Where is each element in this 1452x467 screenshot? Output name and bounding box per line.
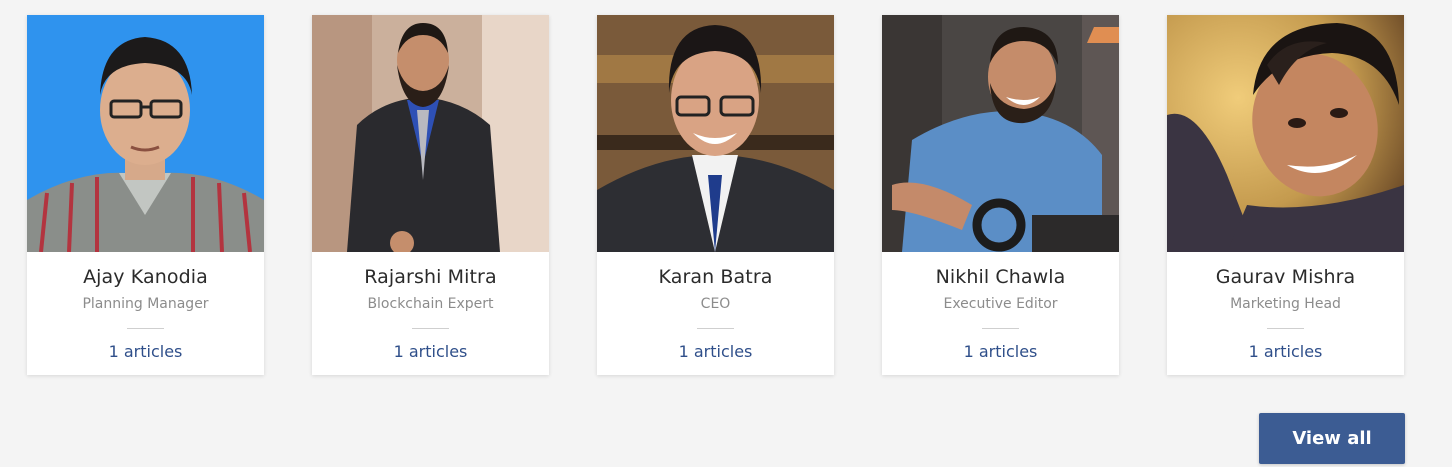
author-role: Executive Editor xyxy=(943,296,1058,312)
author-card[interactable]: Nikhil Chawla Executive Editor 1 article… xyxy=(882,15,1119,375)
author-name[interactable]: Nikhil Chawla xyxy=(882,266,1119,288)
divider xyxy=(982,328,1019,329)
author-photo[interactable] xyxy=(1167,15,1404,252)
author-role: Planning Manager xyxy=(82,296,209,312)
author-card[interactable]: Ajay Kanodia Planning Manager 1 articles xyxy=(27,15,264,375)
article-count-link[interactable]: 1 articles xyxy=(1167,342,1404,361)
author-name[interactable]: Gaurav Mishra xyxy=(1167,266,1404,288)
article-count-link[interactable]: 1 articles xyxy=(27,342,264,361)
divider xyxy=(127,328,164,329)
divider xyxy=(412,328,449,329)
portrait-image xyxy=(27,15,264,252)
author-card[interactable]: Gaurav Mishra Marketing Head 1 articles xyxy=(1167,15,1404,375)
article-count-link[interactable]: 1 articles xyxy=(312,342,549,361)
view-all-button[interactable]: View all xyxy=(1259,413,1405,464)
authors-section: Ajay Kanodia Planning Manager 1 articles… xyxy=(0,0,1452,467)
author-photo[interactable] xyxy=(882,15,1119,252)
author-role: Blockchain Expert xyxy=(367,296,494,312)
author-name[interactable]: Ajay Kanodia xyxy=(27,266,264,288)
author-role: CEO xyxy=(700,296,731,312)
author-photo[interactable] xyxy=(27,15,264,252)
article-count-link[interactable]: 1 articles xyxy=(597,342,834,361)
author-card[interactable]: Rajarshi Mitra Blockchain Expert 1 artic… xyxy=(312,15,549,375)
divider xyxy=(697,328,734,329)
portrait-image xyxy=(597,15,834,252)
divider xyxy=(1267,328,1304,329)
portrait-image xyxy=(312,15,549,252)
author-name[interactable]: Karan Batra xyxy=(597,266,834,288)
author-name[interactable]: Rajarshi Mitra xyxy=(312,266,549,288)
portrait-image xyxy=(882,15,1119,252)
portrait-image xyxy=(1167,15,1404,252)
author-card[interactable]: Karan Batra CEO 1 articles xyxy=(597,15,834,375)
author-photo[interactable] xyxy=(312,15,549,252)
article-count-link[interactable]: 1 articles xyxy=(882,342,1119,361)
author-role: Marketing Head xyxy=(1230,296,1341,312)
author-photo[interactable] xyxy=(597,15,834,252)
